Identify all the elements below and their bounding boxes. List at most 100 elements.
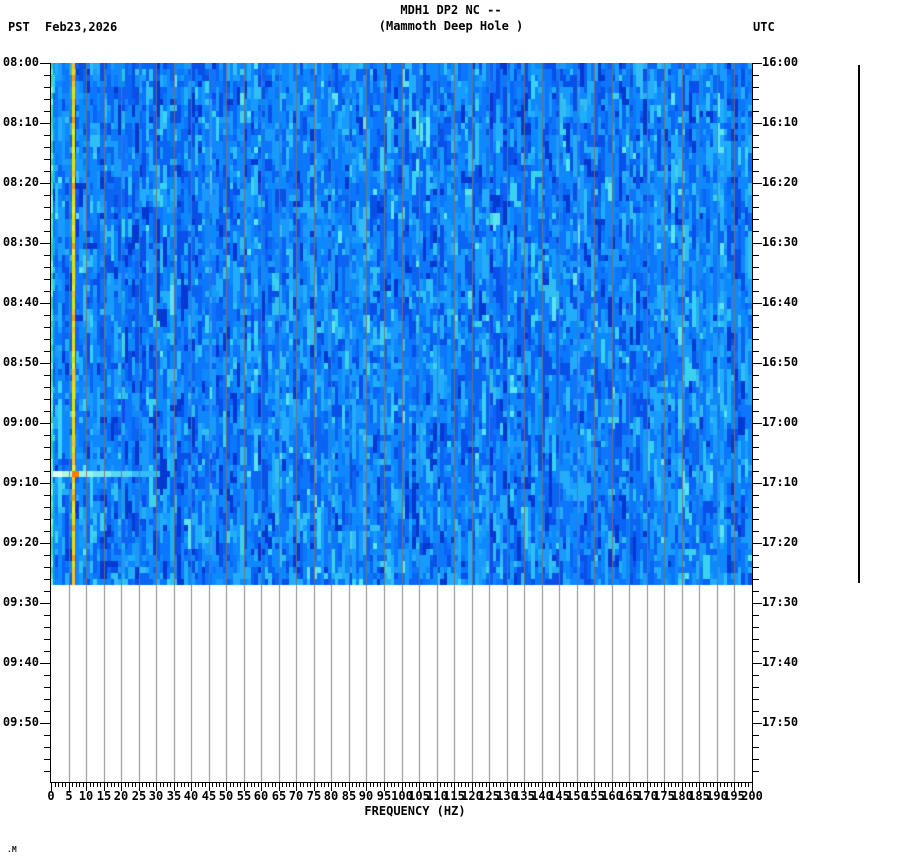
left-time-label: 08:40 xyxy=(0,296,39,309)
freq-tick xyxy=(219,782,220,787)
freq-tick xyxy=(55,782,56,787)
freq-tick xyxy=(521,782,522,787)
time-tick-left xyxy=(44,327,50,328)
freq-tick xyxy=(573,782,574,787)
freq-tick xyxy=(317,782,318,787)
freq-tick xyxy=(675,782,676,787)
time-tick-left xyxy=(44,231,50,232)
time-tick-left xyxy=(44,675,50,676)
freq-tick xyxy=(359,782,360,787)
left-time-label: 09:30 xyxy=(0,596,39,609)
time-tick-left xyxy=(40,183,50,184)
freq-tick xyxy=(689,782,690,787)
freq-tick xyxy=(405,782,406,787)
time-tick-right xyxy=(753,591,759,592)
time-tick-right xyxy=(753,363,762,364)
freq-tick xyxy=(447,782,448,787)
freq-tick xyxy=(198,782,199,787)
left-time-label: 09:50 xyxy=(0,716,39,729)
freq-tick xyxy=(657,782,658,787)
freq-tick xyxy=(486,782,487,787)
timezone-right-label: UTC xyxy=(753,20,775,34)
left-time-label: 09:20 xyxy=(0,536,39,549)
time-tick-left xyxy=(44,291,50,292)
time-tick-left xyxy=(44,519,50,520)
time-tick-left xyxy=(44,507,50,508)
y-axis-left-line xyxy=(50,63,51,783)
time-tick-left xyxy=(44,207,50,208)
time-tick-right xyxy=(753,375,759,376)
freq-tick xyxy=(710,782,711,787)
spectrogram-figure: MDH1 DP2 NC -- (Mammoth Deep Hole ) PST … xyxy=(0,0,902,864)
time-tick-left xyxy=(44,399,50,400)
time-tick-right xyxy=(753,87,759,88)
time-tick-left xyxy=(44,219,50,220)
freq-tick xyxy=(146,782,147,787)
freq-tick xyxy=(247,782,248,787)
time-tick-right xyxy=(753,123,762,124)
freq-tick xyxy=(598,782,599,787)
freq-tick xyxy=(451,782,452,787)
left-time-label: 09:40 xyxy=(0,656,39,669)
freq-tick xyxy=(125,782,126,787)
freq-tick xyxy=(135,782,136,787)
freq-tick xyxy=(724,782,725,787)
spectrogram-canvas xyxy=(51,63,752,782)
freq-tick xyxy=(254,782,255,787)
date-label: Feb23,2026 xyxy=(45,20,117,34)
freq-tick xyxy=(275,782,276,787)
freq-tick xyxy=(216,782,217,787)
freq-tick xyxy=(426,782,427,787)
freq-tick xyxy=(76,782,77,787)
freq-tick xyxy=(738,782,739,787)
freq-tick-label: 200 xyxy=(732,790,772,803)
time-tick-left xyxy=(44,255,50,256)
time-tick-left xyxy=(40,363,50,364)
freq-tick xyxy=(184,782,185,787)
freq-tick xyxy=(493,782,494,787)
freq-tick xyxy=(636,782,637,787)
freq-tick xyxy=(237,782,238,787)
time-tick-right xyxy=(753,267,759,268)
time-tick-left xyxy=(44,579,50,580)
freq-tick xyxy=(100,782,101,787)
time-tick-left xyxy=(40,543,50,544)
freq-tick xyxy=(601,782,602,787)
freq-tick xyxy=(265,782,266,787)
freq-tick xyxy=(584,782,585,787)
freq-tick xyxy=(181,782,182,787)
freq-tick xyxy=(570,782,571,787)
time-tick-right xyxy=(753,111,759,112)
time-tick-left xyxy=(44,627,50,628)
freq-tick xyxy=(62,782,63,787)
right-time-label: 16:40 xyxy=(762,296,808,309)
time-tick-left xyxy=(44,699,50,700)
freq-tick xyxy=(370,782,371,787)
time-tick-left xyxy=(40,723,50,724)
time-tick-left xyxy=(44,711,50,712)
freq-tick xyxy=(352,782,353,787)
time-tick-left xyxy=(44,651,50,652)
time-tick-right xyxy=(753,543,762,544)
freq-tick xyxy=(587,782,588,787)
freq-tick xyxy=(212,782,213,787)
freq-tick xyxy=(310,782,311,787)
time-tick-left xyxy=(44,279,50,280)
time-tick-left xyxy=(40,63,50,64)
time-tick-right xyxy=(753,327,759,328)
time-tick-right xyxy=(753,171,759,172)
time-tick-left xyxy=(40,243,50,244)
time-tick-left xyxy=(44,135,50,136)
time-tick-right xyxy=(753,75,759,76)
freq-tick xyxy=(258,782,259,787)
freq-tick xyxy=(293,782,294,787)
time-tick-right xyxy=(753,399,759,400)
freq-tick xyxy=(615,782,616,787)
freq-tick xyxy=(468,782,469,787)
freq-tick xyxy=(303,782,304,787)
freq-tick xyxy=(97,782,98,787)
freq-tick xyxy=(563,782,564,787)
time-tick-left xyxy=(44,375,50,376)
freq-tick xyxy=(111,782,112,787)
freq-tick xyxy=(552,782,553,787)
